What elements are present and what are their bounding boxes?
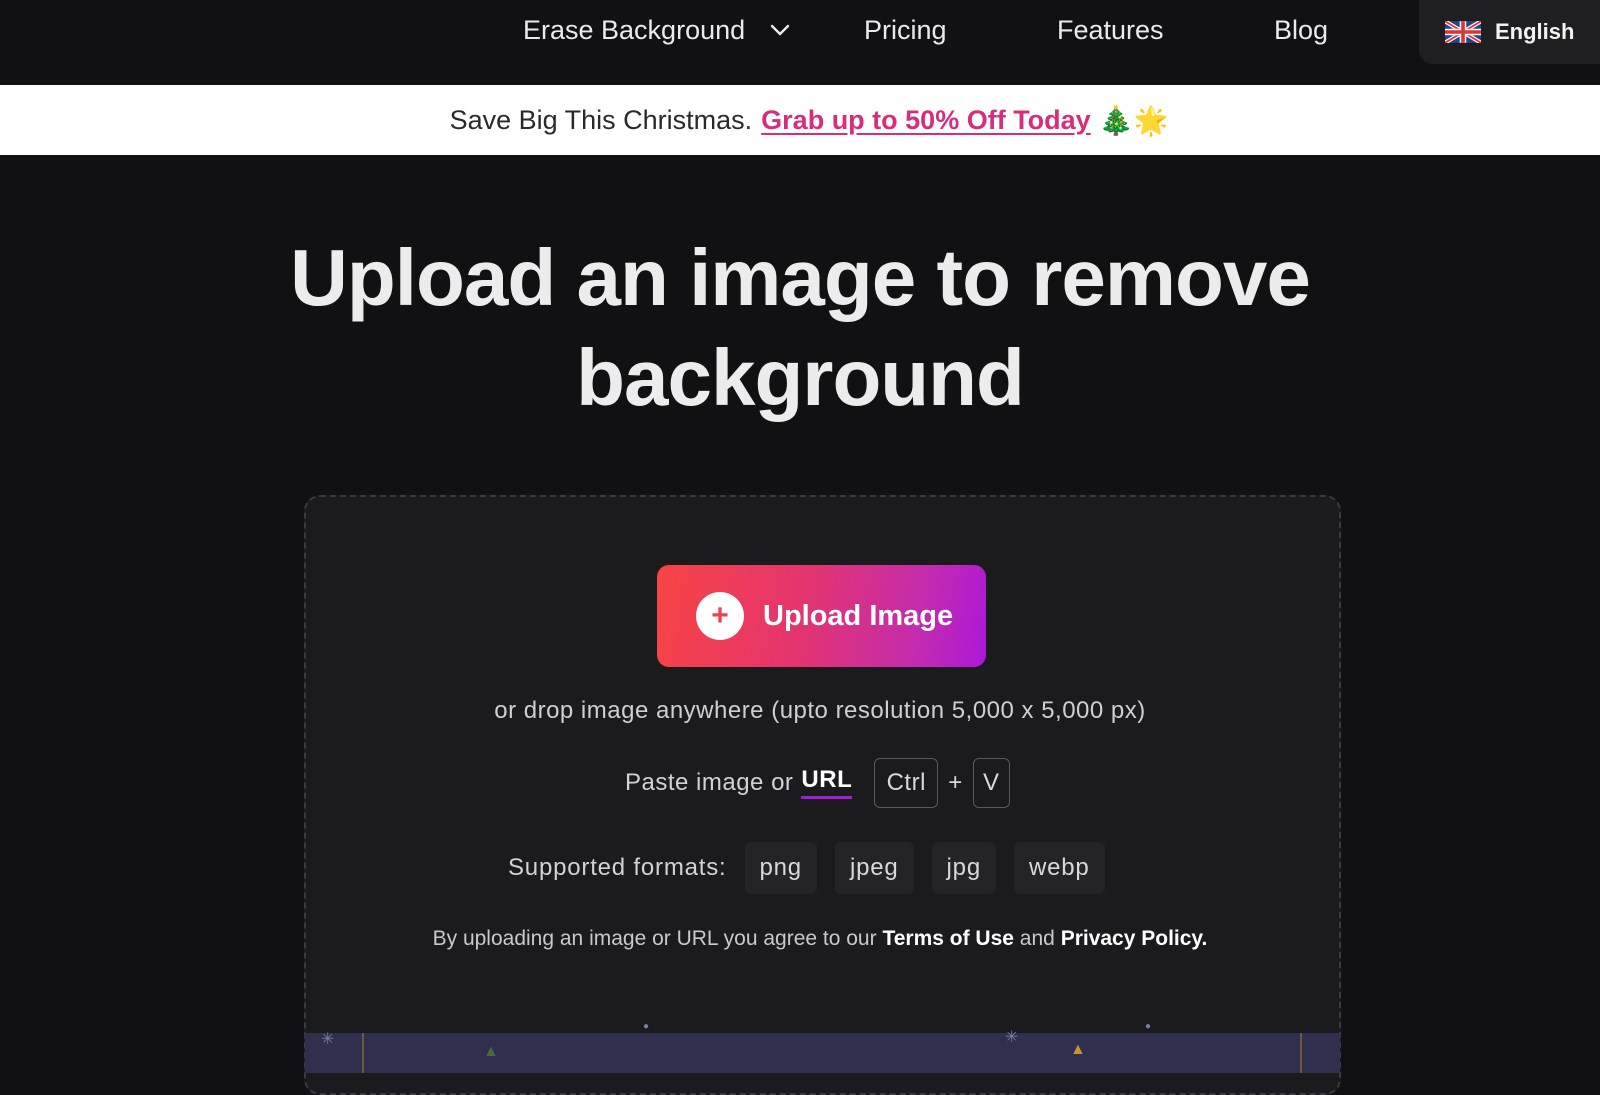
christmas-tree-star-icon: 🎄🌟 — [1098, 104, 1169, 136]
promo-text: Save Big This Christmas. — [449, 104, 753, 135]
format-badge: jpeg — [834, 842, 914, 894]
snowflake-icon: ● — [643, 1021, 650, 1032]
chevron-down-icon[interactable] — [769, 19, 791, 41]
plus-icon: + — [696, 592, 744, 640]
ctrl-key: Ctrl — [874, 758, 939, 808]
nav-features[interactable]: Features — [1057, 12, 1164, 48]
formats-label: Supported formats: — [508, 854, 727, 881]
paste-text: Paste image or — [625, 769, 794, 796]
format-badge: png — [744, 842, 817, 894]
url-link[interactable]: URL — [801, 767, 853, 799]
snowflake-icon: ✳ — [1005, 1029, 1019, 1046]
page-title-line2: background — [576, 333, 1025, 422]
nav-pricing[interactable]: Pricing — [864, 12, 947, 48]
snowflake-icon: ● — [1145, 1021, 1152, 1032]
uk-flag-icon — [1443, 19, 1483, 45]
banner-divider — [362, 1033, 364, 1073]
christmas-decoration-banner: ✳ ▲ ● ✳ ▲ ● — [305, 1021, 1340, 1073]
terms-of-use-link[interactable]: Terms of Use — [882, 927, 1014, 950]
format-badge: jpg — [931, 842, 996, 894]
promo-link[interactable]: Grab up to 50% Off Today — [761, 105, 1091, 136]
paste-row: Paste image or URL Ctrl + V — [625, 758, 1010, 808]
banner-divider — [1300, 1033, 1302, 1073]
page-title-line1: Upload an image to remove — [290, 233, 1311, 322]
privacy-policy-link[interactable]: Privacy Policy. — [1061, 927, 1208, 950]
nav-erase-background[interactable]: Erase Background — [523, 12, 791, 48]
promo-banner: Save Big This Christmas. Grab up to 50% … — [0, 85, 1600, 155]
page-title: Upload an image to remove background — [0, 228, 1600, 428]
terms-notice: By uploading an image or URL you agree t… — [0, 927, 1600, 951]
tree-icon: ▲ — [1070, 1041, 1086, 1058]
drop-hint: or drop image anywhere (upto resolution … — [494, 697, 1146, 724]
terms-and: and — [1019, 927, 1055, 950]
shortcut-plus: + — [948, 769, 963, 796]
upload-image-label: Upload Image — [763, 599, 954, 632]
language-selector[interactable]: English — [1419, 0, 1600, 64]
nav-blog[interactable]: Blog — [1274, 12, 1328, 48]
terms-prefix: By uploading an image or URL you agree t… — [432, 927, 877, 950]
nav-erase-background-label: Erase Background — [523, 14, 746, 45]
top-navigation: Erase Background Pricing Features Blog E… — [0, 0, 1600, 85]
upload-image-button[interactable]: + Upload Image — [657, 565, 986, 667]
snowflake-icon: ✳ — [321, 1031, 335, 1048]
format-badge: webp — [1013, 842, 1105, 894]
tree-icon: ▲ — [483, 1043, 499, 1060]
v-key: V — [972, 758, 1010, 808]
supported-formats: Supported formats: png jpeg jpg webp — [508, 842, 1105, 894]
language-label: English — [1495, 19, 1575, 44]
